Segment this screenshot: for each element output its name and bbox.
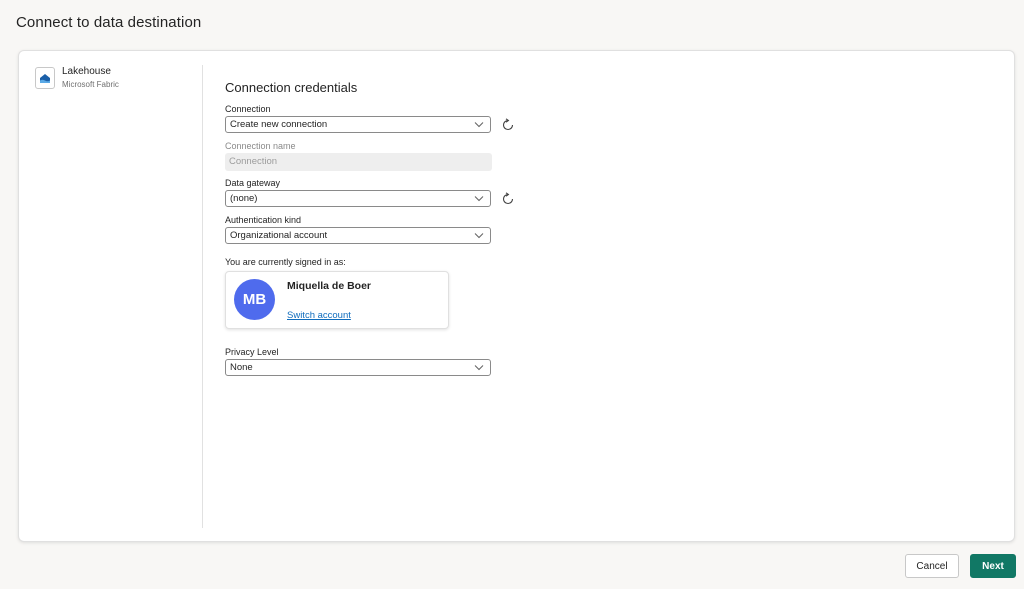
authentication-kind-label: Authentication kind bbox=[225, 215, 302, 225]
connection-name-label: Connection name bbox=[225, 141, 296, 151]
page-title: Connect to data destination bbox=[16, 14, 202, 31]
section-title: Connection credentials bbox=[225, 80, 358, 95]
source-panel: Lakehouse Microsoft Fabric bbox=[19, 51, 202, 529]
signed-in-label: You are currently signed in as: bbox=[225, 257, 346, 267]
dialog-card: Lakehouse Microsoft Fabric Connection cr… bbox=[18, 50, 1015, 542]
chevron-down-icon bbox=[474, 233, 484, 239]
refresh-gateway-icon[interactable] bbox=[501, 192, 515, 206]
source-name: Lakehouse bbox=[62, 66, 111, 77]
chevron-down-icon bbox=[474, 365, 484, 371]
panel-divider bbox=[202, 65, 203, 528]
cancel-button[interactable]: Cancel bbox=[905, 554, 959, 578]
switch-account-link[interactable]: Switch account bbox=[287, 310, 351, 321]
connection-name-field: Connection bbox=[225, 153, 492, 171]
next-button[interactable]: Next bbox=[970, 554, 1016, 578]
refresh-connection-icon[interactable] bbox=[501, 118, 515, 132]
account-card: MB Miquella de Boer Switch account bbox=[225, 271, 449, 329]
chevron-down-icon bbox=[474, 122, 484, 128]
authentication-kind-value: Organizational account bbox=[230, 230, 328, 241]
privacy-level-dropdown[interactable]: None bbox=[225, 359, 491, 376]
data-gateway-dropdown[interactable]: (none) bbox=[225, 190, 491, 207]
connection-name-placeholder: Connection bbox=[229, 156, 278, 167]
connection-value: Create new connection bbox=[230, 119, 328, 130]
avatar: MB bbox=[234, 279, 275, 320]
connection-dropdown[interactable]: Create new connection bbox=[225, 116, 491, 133]
authentication-kind-dropdown[interactable]: Organizational account bbox=[225, 227, 491, 244]
data-gateway-value: (none) bbox=[230, 193, 258, 204]
source-subtitle: Microsoft Fabric bbox=[62, 80, 119, 89]
connection-label: Connection bbox=[225, 104, 271, 114]
privacy-level-value: None bbox=[230, 362, 253, 373]
privacy-level-label: Privacy Level bbox=[225, 347, 279, 357]
lakehouse-icon bbox=[35, 67, 55, 89]
chevron-down-icon bbox=[474, 196, 484, 202]
account-name: Miquella de Boer bbox=[287, 280, 372, 292]
data-gateway-label: Data gateway bbox=[225, 178, 281, 188]
